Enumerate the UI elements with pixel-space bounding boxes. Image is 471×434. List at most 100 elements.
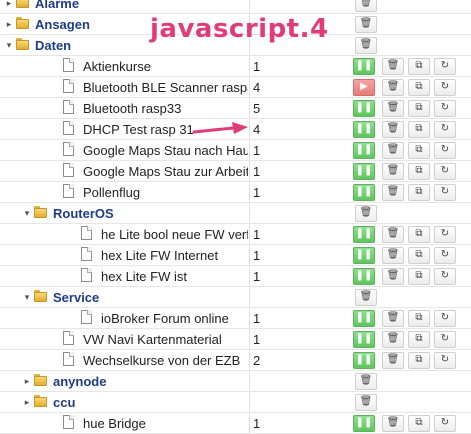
restart-button[interactable]: ↻ xyxy=(434,415,456,432)
restart-button[interactable]: ↻ xyxy=(434,247,456,264)
delete-button[interactable]: 🗑 xyxy=(382,163,404,180)
pause-button[interactable]: ❚❚ xyxy=(353,310,375,327)
restart-button[interactable]: ↻ xyxy=(434,58,456,75)
copy-button[interactable]: ⧉ xyxy=(408,352,430,369)
restart-button[interactable]: ↻ xyxy=(434,331,456,348)
trash-icon: 🗑 xyxy=(359,291,373,302)
copy-button[interactable]: ⧉ xyxy=(408,58,430,75)
copy-button[interactable]: ⧉ xyxy=(408,163,430,180)
script-row[interactable]: he Lite bool neue FW verfügbar 1 ❚❚ 🗑 ⧉ ↻ xyxy=(0,224,471,245)
pause-button[interactable]: ❚❚ xyxy=(353,331,375,348)
expand-arrow-icon[interactable]: ▸ xyxy=(4,0,14,9)
script-row[interactable]: Wechselkurse von der EZB 2 ❚❚ 🗑 ⧉ ↻ xyxy=(0,350,471,371)
restart-button[interactable]: ↻ xyxy=(434,310,456,327)
delete-button[interactable]: 🗑 xyxy=(382,142,404,159)
copy-button[interactable]: ⧉ xyxy=(408,247,430,264)
script-row[interactable]: Bluetooth rasp33 5 ❚❚ 🗑 ⧉ ↻ xyxy=(0,98,471,119)
pause-button[interactable]: ❚❚ xyxy=(353,163,375,180)
copy-icon: ⧉ xyxy=(415,228,423,239)
script-row[interactable]: ioBroker Forum online 1 ❚❚ 🗑 ⧉ ↻ xyxy=(0,308,471,329)
pause-button[interactable]: ❚❚ xyxy=(353,268,375,285)
delete-button[interactable]: 🗑 xyxy=(382,268,404,285)
folder-row[interactable]: ▸ anynode 🗑 xyxy=(0,371,471,392)
restart-button[interactable]: ↻ xyxy=(434,352,456,369)
restart-button[interactable]: ↻ xyxy=(434,163,456,180)
collapse-arrow-icon[interactable]: ▾ xyxy=(4,39,14,51)
delete-button[interactable]: 🗑 xyxy=(382,331,404,348)
delete-button[interactable]: 🗑 xyxy=(355,0,377,12)
annotation-arrow-icon xyxy=(192,122,248,134)
pause-button[interactable]: ❚❚ xyxy=(353,352,375,369)
delete-button[interactable]: 🗑 xyxy=(355,289,377,306)
copy-button[interactable]: ⧉ xyxy=(408,100,430,117)
delete-button[interactable]: 🗑 xyxy=(355,16,377,33)
delete-button[interactable]: 🗑 xyxy=(355,394,377,411)
delete-button[interactable]: 🗑 xyxy=(355,37,377,54)
copy-button[interactable]: ⧉ xyxy=(408,79,430,96)
delete-button[interactable]: 🗑 xyxy=(382,100,404,117)
refresh-icon: ↻ xyxy=(440,60,450,71)
expand-arrow-icon[interactable]: ▸ xyxy=(4,18,14,30)
restart-button[interactable]: ↻ xyxy=(434,121,456,138)
start-button[interactable]: ▶ xyxy=(353,79,375,96)
pause-button[interactable]: ❚❚ xyxy=(353,100,375,117)
script-row[interactable]: Aktienkurse 1 ❚❚ 🗑 ⧉ ↻ xyxy=(0,56,471,77)
script-row[interactable]: hex Lite FW Internet 1 ❚❚ 🗑 ⧉ ↻ xyxy=(0,245,471,266)
pause-button[interactable]: ❚❚ xyxy=(353,121,375,138)
script-row[interactable]: Google Maps Stau nach Hause 1 ❚❚ 🗑 ⧉ ↻ xyxy=(0,140,471,161)
folder-row[interactable]: ▾ Service 🗑 xyxy=(0,287,471,308)
folder-row[interactable]: ▾ RouterOS 🗑 xyxy=(0,203,471,224)
script-row[interactable]: VW Navi Kartenmaterial 1 ❚❚ 🗑 ⧉ ↻ xyxy=(0,329,471,350)
restart-button[interactable]: ↻ xyxy=(434,268,456,285)
delete-button[interactable]: 🗑 xyxy=(355,373,377,390)
folder-row[interactable]: ▸ Alarme 🗑 xyxy=(0,0,471,14)
script-row[interactable]: Bluetooth BLE Scanner rasp33 4 ▶ 🗑 ⧉ ↻ xyxy=(0,77,471,98)
delete-button[interactable]: 🗑 xyxy=(355,205,377,222)
restart-button[interactable]: ↻ xyxy=(434,142,456,159)
pause-button[interactable]: ❚❚ xyxy=(353,58,375,75)
delete-button[interactable]: 🗑 xyxy=(382,310,404,327)
delete-button[interactable]: 🗑 xyxy=(382,352,404,369)
restart-button[interactable]: ↻ xyxy=(434,226,456,243)
pause-button[interactable]: ❚❚ xyxy=(353,142,375,159)
copy-button[interactable]: ⧉ xyxy=(408,142,430,159)
delete-button[interactable]: 🗑 xyxy=(382,247,404,264)
delete-button[interactable]: 🗑 xyxy=(382,79,404,96)
pause-icon: ❚❚ xyxy=(355,102,373,113)
instance-value: 1 xyxy=(253,416,261,431)
trash-icon: 🗑 xyxy=(359,18,373,29)
copy-button[interactable]: ⧉ xyxy=(408,226,430,243)
pause-button[interactable]: ❚❚ xyxy=(353,184,375,201)
restart-button[interactable]: ↻ xyxy=(434,79,456,96)
delete-button[interactable]: 🗑 xyxy=(382,58,404,75)
copy-button[interactable]: ⧉ xyxy=(408,184,430,201)
copy-button[interactable]: ⧉ xyxy=(408,121,430,138)
copy-icon: ⧉ xyxy=(415,123,423,134)
copy-button[interactable]: ⧉ xyxy=(408,268,430,285)
expand-arrow-icon[interactable]: ▸ xyxy=(22,375,32,387)
collapse-arrow-icon[interactable]: ▾ xyxy=(22,207,32,219)
script-row[interactable]: Google Maps Stau zur Arbeit 1 ❚❚ 🗑 ⧉ ↻ xyxy=(0,161,471,182)
script-row[interactable]: hue Bridge 1 ❚❚ 🗑 ⧉ ↻ xyxy=(0,413,471,434)
column-divider xyxy=(249,140,250,160)
delete-button[interactable]: 🗑 xyxy=(382,121,404,138)
copy-button[interactable]: ⧉ xyxy=(408,310,430,327)
column-divider xyxy=(249,287,250,307)
restart-button[interactable]: ↻ xyxy=(434,184,456,201)
script-row[interactable]: hex Lite FW ist 1 ❚❚ 🗑 ⧉ ↻ xyxy=(0,266,471,287)
delete-button[interactable]: 🗑 xyxy=(382,415,404,432)
folder-row[interactable]: ▸ ccu 🗑 xyxy=(0,392,471,413)
instance-value: 1 xyxy=(253,269,261,284)
script-row[interactable]: Pollenflug 1 ❚❚ 🗑 ⧉ ↻ xyxy=(0,182,471,203)
pause-button[interactable]: ❚❚ xyxy=(353,415,375,432)
delete-button[interactable]: 🗑 xyxy=(382,226,404,243)
column-divider xyxy=(249,98,250,118)
copy-button[interactable]: ⧉ xyxy=(408,415,430,432)
pause-button[interactable]: ❚❚ xyxy=(353,226,375,243)
pause-button[interactable]: ❚❚ xyxy=(353,247,375,264)
restart-button[interactable]: ↻ xyxy=(434,100,456,117)
collapse-arrow-icon[interactable]: ▾ xyxy=(22,291,32,303)
copy-button[interactable]: ⧉ xyxy=(408,331,430,348)
delete-button[interactable]: 🗑 xyxy=(382,184,404,201)
expand-arrow-icon[interactable]: ▸ xyxy=(22,396,32,408)
